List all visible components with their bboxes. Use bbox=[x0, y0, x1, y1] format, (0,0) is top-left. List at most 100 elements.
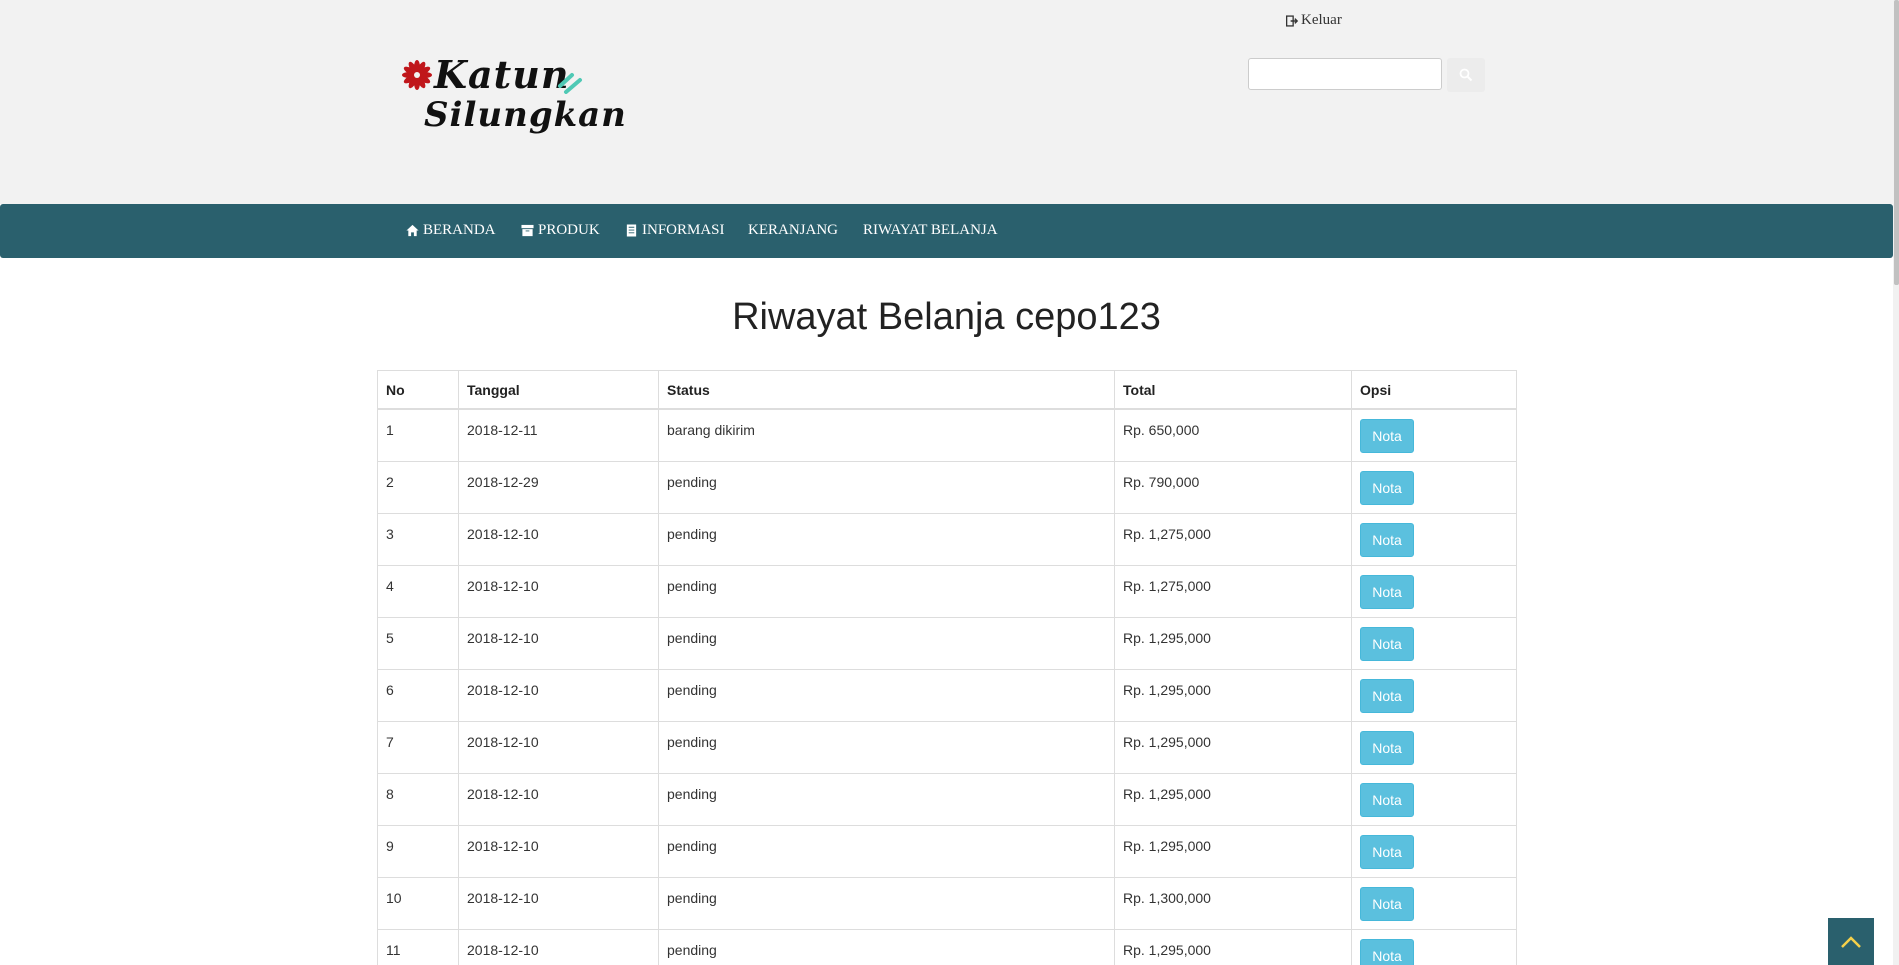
cell-status: pending bbox=[658, 772, 1115, 826]
page: Keluar Katun Silungkan BERANDA PRODUK IN… bbox=[0, 0, 1893, 965]
nota-button[interactable]: Nota bbox=[1360, 938, 1414, 965]
cell-no: 9 bbox=[377, 824, 459, 878]
cell-tanggal: 2018-12-10 bbox=[458, 772, 659, 826]
cell-tanggal: 2018-12-10 bbox=[458, 928, 659, 965]
cell-opsi: Nota bbox=[1351, 668, 1517, 722]
nota-button[interactable]: Nota bbox=[1360, 782, 1414, 817]
cell-opsi: Nota bbox=[1351, 720, 1517, 774]
cell-tanggal: 2018-12-10 bbox=[458, 668, 659, 722]
search-button[interactable] bbox=[1447, 58, 1485, 92]
nav-item-produk[interactable]: PRODUK bbox=[521, 222, 600, 239]
table-row: 8 2018-12-10 pending Rp. 1,295,000 Nota bbox=[377, 772, 1517, 826]
cell-total: Rp. 1,295,000 bbox=[1114, 928, 1352, 965]
table-row: 1 2018-12-11 barang dikirim Rp. 650,000 Nota bbox=[377, 408, 1517, 462]
scrollbar-thumb[interactable] bbox=[1894, 0, 1899, 285]
table-row: 3 2018-12-10 pending Rp. 1,275,000 Nota bbox=[377, 512, 1517, 566]
nota-button[interactable]: Nota bbox=[1360, 834, 1414, 869]
nota-button[interactable]: Nota bbox=[1360, 886, 1414, 921]
site-logo[interactable]: Katun Silungkan bbox=[398, 52, 626, 147]
chevron-up-icon bbox=[1841, 935, 1861, 948]
book-icon bbox=[626, 224, 637, 237]
nota-button[interactable]: Nota bbox=[1360, 730, 1414, 765]
table-row: 2 2018-12-29 pending Rp. 790,000 Nota bbox=[377, 460, 1517, 514]
column-header-no: No bbox=[377, 370, 459, 410]
logout-label: Keluar bbox=[1301, 12, 1342, 28]
logo-text-line1: Katun bbox=[434, 52, 570, 97]
page-title: Riwayat Belanja cepo123 bbox=[732, 296, 1161, 338]
header bbox=[0, 0, 1893, 204]
cell-total: Rp. 1,295,000 bbox=[1114, 616, 1352, 670]
cell-tanggal: 2018-12-10 bbox=[458, 824, 659, 878]
nav-label-riwayat-belanja: RIWAYAT BELANJA bbox=[863, 222, 998, 238]
nota-button[interactable]: Nota bbox=[1360, 470, 1414, 505]
nav-label-keranjang: KERANJANG bbox=[748, 222, 838, 238]
logo-accent-icon bbox=[558, 73, 582, 94]
cell-no: 11 bbox=[377, 928, 459, 965]
cell-no: 6 bbox=[377, 668, 459, 722]
cell-opsi: Nota bbox=[1351, 772, 1517, 826]
cell-no: 8 bbox=[377, 772, 459, 826]
cell-tanggal: 2018-12-10 bbox=[458, 720, 659, 774]
nav-label-beranda: BERANDA bbox=[423, 222, 496, 238]
nav-label-produk: PRODUK bbox=[538, 222, 600, 238]
table-row: 4 2018-12-10 pending Rp. 1,275,000 Nota bbox=[377, 564, 1517, 618]
logo-text-line2: Silungkan bbox=[424, 95, 627, 135]
table-row: 5 2018-12-10 pending Rp. 1,295,000 Nota bbox=[377, 616, 1517, 670]
column-header-tanggal: Tanggal bbox=[458, 370, 659, 410]
table-row: 6 2018-12-10 pending Rp. 1,295,000 Nota bbox=[377, 668, 1517, 722]
cell-no: 7 bbox=[377, 720, 459, 774]
nav-label-informasi: INFORMASI bbox=[642, 222, 725, 238]
flower-logo-icon bbox=[402, 60, 432, 90]
cell-tanggal: 2018-12-29 bbox=[458, 460, 659, 514]
cell-opsi: Nota bbox=[1351, 876, 1517, 930]
cell-status: pending bbox=[658, 720, 1115, 774]
cell-status: pending bbox=[658, 668, 1115, 722]
logout-link[interactable]: Keluar bbox=[1286, 12, 1342, 29]
home-icon bbox=[406, 224, 419, 237]
nota-button[interactable]: Nota bbox=[1360, 678, 1414, 713]
table-row: 7 2018-12-10 pending Rp. 1,295,000 Nota bbox=[377, 720, 1517, 774]
cell-status: pending bbox=[658, 460, 1115, 514]
cell-total: Rp. 1,295,000 bbox=[1114, 720, 1352, 774]
table-row: 9 2018-12-10 pending Rp. 1,295,000 Nota bbox=[377, 824, 1517, 878]
archive-icon bbox=[521, 224, 534, 237]
cell-total: Rp. 1,275,000 bbox=[1114, 564, 1352, 618]
nota-button[interactable]: Nota bbox=[1360, 574, 1414, 609]
cell-total: Rp. 790,000 bbox=[1114, 460, 1352, 514]
back-to-top-button[interactable] bbox=[1828, 918, 1874, 965]
cell-total: Rp. 650,000 bbox=[1114, 408, 1352, 462]
cell-opsi: Nota bbox=[1351, 928, 1517, 965]
cell-tanggal: 2018-12-11 bbox=[458, 408, 659, 462]
sign-out-icon bbox=[1286, 14, 1299, 27]
cell-tanggal: 2018-12-10 bbox=[458, 564, 659, 618]
table-row: 10 2018-12-10 pending Rp. 1,300,000 Nota bbox=[377, 876, 1517, 930]
nav-item-informasi[interactable]: INFORMASI bbox=[625, 222, 725, 239]
table-header-row: No Tanggal Status Total Opsi bbox=[377, 370, 1517, 410]
cell-opsi: Nota bbox=[1351, 616, 1517, 670]
nav-item-riwayat-belanja[interactable]: RIWAYAT BELANJA bbox=[863, 222, 998, 239]
nav-item-keranjang[interactable]: KERANJANG bbox=[748, 222, 838, 239]
cell-opsi: Nota bbox=[1351, 408, 1517, 462]
cell-tanggal: 2018-12-10 bbox=[458, 876, 659, 930]
column-header-status: Status bbox=[658, 370, 1115, 410]
nota-button[interactable]: Nota bbox=[1360, 418, 1414, 453]
cell-total: Rp. 1,300,000 bbox=[1114, 876, 1352, 930]
cell-status: pending bbox=[658, 928, 1115, 965]
column-header-opsi: Opsi bbox=[1351, 370, 1517, 410]
nota-button[interactable]: Nota bbox=[1360, 626, 1414, 661]
cell-status: barang dikirim bbox=[658, 408, 1115, 462]
cell-no: 10 bbox=[377, 876, 459, 930]
main-navbar: BERANDA PRODUK INFORMASI KERANJANG RIWAY… bbox=[0, 204, 1893, 258]
cell-total: Rp. 1,295,000 bbox=[1114, 668, 1352, 722]
nota-button[interactable]: Nota bbox=[1360, 522, 1414, 557]
cell-total: Rp. 1,295,000 bbox=[1114, 772, 1352, 826]
cell-opsi: Nota bbox=[1351, 564, 1517, 618]
nav-item-beranda[interactable]: BERANDA bbox=[406, 222, 496, 239]
cell-no: 5 bbox=[377, 616, 459, 670]
cell-opsi: Nota bbox=[1351, 824, 1517, 878]
table-body: 1 2018-12-11 barang dikirim Rp. 650,000 Nota… bbox=[377, 408, 1517, 965]
search-input[interactable] bbox=[1248, 58, 1442, 90]
purchase-history-table: No Tanggal Status Total Opsi 1 2018-12-11… bbox=[377, 370, 1517, 965]
cell-opsi: Nota bbox=[1351, 512, 1517, 566]
table-row: 11 2018-12-10 pending Rp. 1,295,000 Nota bbox=[377, 928, 1517, 965]
